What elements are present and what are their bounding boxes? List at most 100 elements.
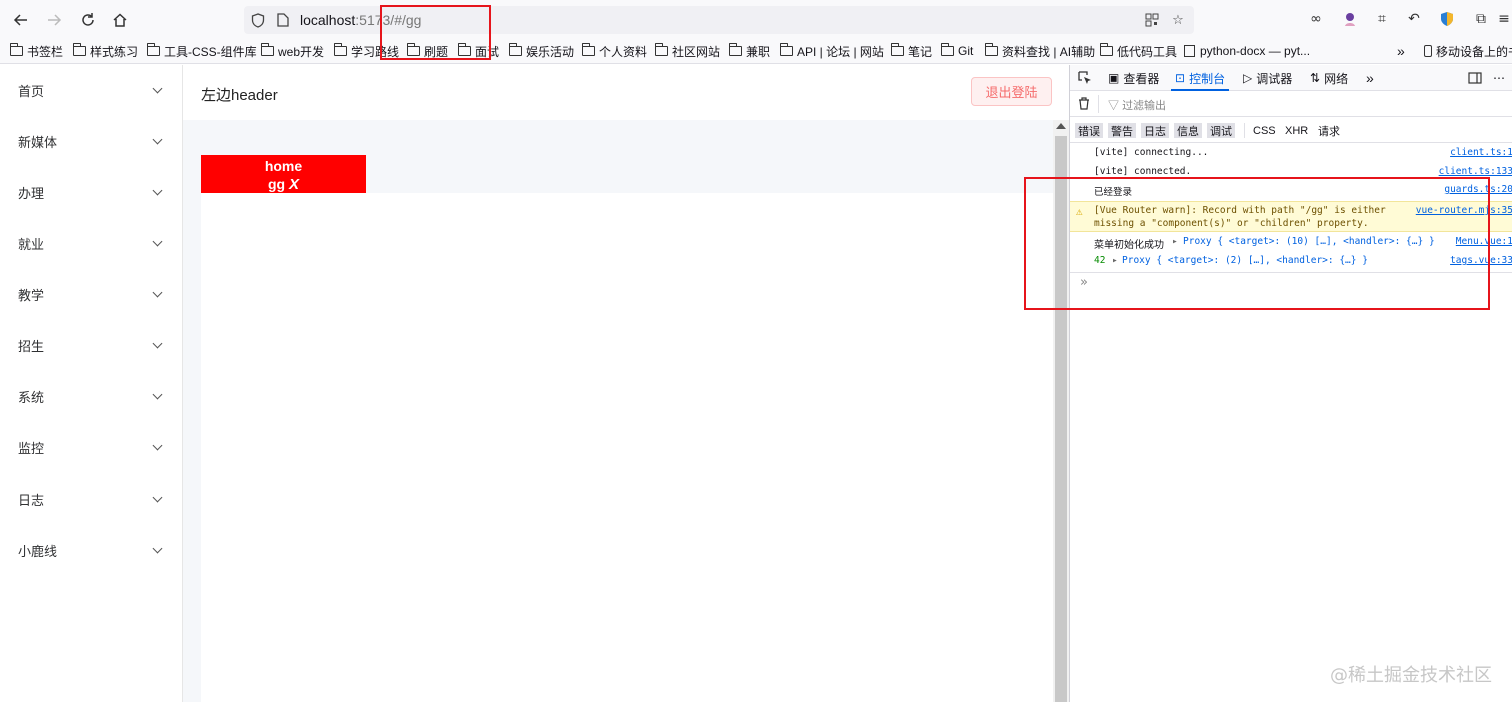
bookmark-folder[interactable]: 书签栏 [10, 42, 63, 60]
bookmark-folder[interactable]: 娱乐活动 [509, 42, 574, 60]
warning-icon: ⚠ [1076, 205, 1083, 218]
menu-item[interactable]: 就业 [0, 218, 182, 269]
reload-icon[interactable] [77, 9, 99, 31]
route-tag[interactable]: home gg X [201, 155, 366, 193]
menu-item[interactable]: 首页 [0, 65, 182, 116]
filter-debug[interactable]: 调试 [1207, 123, 1235, 138]
bookmark-folder[interactable]: 资料查找 | AI辅助 [985, 42, 1095, 60]
element-picker-icon[interactable] [1078, 69, 1092, 87]
menu-item[interactable]: 教学 [0, 269, 182, 320]
bookmark-folder[interactable]: 工具-CSS-组件库 [147, 42, 257, 60]
more-tabs-chevron-icon[interactable]: » [1366, 69, 1374, 87]
crop-icon[interactable]: ⌗ [1372, 9, 1392, 29]
folder-icon [891, 43, 904, 56]
bookmark-folder[interactable]: 学习路线 [334, 42, 399, 60]
browser-toolbar: localhost:5173/#/gg ☆ ∞ ⌗ ↶ ⧉ ≡ [0, 0, 1512, 38]
expand-triangle-icon[interactable]: ▸ [1112, 255, 1118, 266]
chevron-down-icon [152, 185, 163, 196]
url-text[interactable]: localhost:5173/#/gg [300, 12, 421, 28]
menu-item[interactable]: 日志 [0, 474, 182, 525]
undo-icon[interactable]: ↶ [1404, 9, 1424, 29]
menu-item[interactable]: 监控 [0, 422, 182, 473]
source-link[interactable]: tags.vue:33 [1450, 255, 1512, 266]
mask-extension-icon[interactable]: ∞ [1306, 9, 1326, 29]
scroll-up-arrow-icon[interactable] [1056, 123, 1066, 129]
bookmark-folder[interactable]: 样式练习 [73, 42, 138, 60]
filter-requests[interactable]: 请求 [1315, 123, 1343, 138]
filter-warnings[interactable]: 警告 [1108, 123, 1136, 138]
bookmark-folder[interactable]: 个人资料 [582, 42, 647, 60]
chevron-down-icon [152, 543, 163, 554]
content-panel [201, 193, 1053, 702]
logout-button[interactable]: 退出登陆 [971, 77, 1052, 106]
bookmark-folder[interactable]: 笔记 [891, 42, 932, 60]
filter-logs[interactable]: 日志 [1141, 123, 1169, 138]
folder-icon [458, 43, 471, 56]
tag-close-icon[interactable]: X [289, 176, 299, 193]
filter-input[interactable]: ▽ 过滤输出 [1108, 97, 1166, 113]
bookmarks-bar: 书签栏 样式练习 工具-CSS-组件库 web开发 学习路线 刷题 面试 娱乐活… [0, 38, 1512, 64]
bookmarks-overflow-chevron-icon[interactable]: » [1397, 42, 1405, 60]
bookmark-folder[interactable]: 兼职 [729, 42, 770, 60]
menu-item[interactable]: 系统 [0, 371, 182, 422]
page-icon[interactable] [275, 12, 291, 28]
folder-icon [334, 43, 347, 56]
console-prompt-chevron-icon[interactable]: » [1080, 275, 1088, 290]
folder-icon [582, 43, 595, 56]
bookmark-link[interactable]: python-docx — pyt... [1184, 42, 1310, 60]
expand-triangle-icon[interactable]: ▸ [1172, 236, 1178, 247]
bookmark-folder[interactable]: Git [941, 42, 973, 60]
more-options-icon[interactable]: ⋯ [1493, 69, 1505, 87]
source-link[interactable]: guards.ts:20 [1444, 184, 1512, 195]
tab-inspector[interactable]: ▣ 查看器 [1108, 69, 1159, 87]
bookmark-folder[interactable]: 刷题 [407, 42, 448, 60]
forward-arrow-icon[interactable] [43, 9, 65, 31]
tag-label-gg: gg X [267, 176, 299, 193]
home-icon[interactable] [109, 9, 131, 31]
tab-console[interactable]: ⊡ 控制台 [1170, 69, 1230, 91]
bookmark-folder[interactable]: 低代码工具 [1100, 42, 1177, 60]
filter-xhr[interactable]: XHR [1282, 123, 1311, 138]
bookmark-folder[interactable]: web开发 [261, 42, 324, 60]
mobile-device-icon [1424, 45, 1432, 57]
extensions-puzzle-icon[interactable]: ⧉ [1471, 9, 1491, 29]
scrollbar-thumb[interactable] [1055, 136, 1067, 702]
back-arrow-icon[interactable] [10, 9, 32, 31]
source-link[interactable]: Menu.vue:1 [1456, 236, 1512, 247]
folder-icon [780, 43, 793, 56]
source-link[interactable]: client.ts:133 [1439, 166, 1512, 177]
chevron-down-icon [152, 83, 163, 94]
bookmark-folder[interactable]: 面试 [458, 42, 499, 60]
filter-css[interactable]: CSS [1250, 123, 1279, 138]
app-sidebar-menu: 首页 新媒体 办理 就业 教学 招生 系统 监控 日志 小鹿线 [0, 65, 183, 702]
app-header: 左边header 退出登陆 [183, 65, 1069, 120]
bookmark-folder[interactable]: API | 论坛 | 网站 [780, 42, 884, 60]
chevron-down-icon [152, 287, 163, 298]
filter-errors[interactable]: 错误 [1075, 123, 1103, 138]
log-level-filters: 错误 警告 日志 信息 调试 CSS XHR 请求 [1070, 117, 1512, 143]
tab-network[interactable]: ⇅ 网络 [1310, 69, 1348, 87]
shield-extension-icon[interactable] [1437, 9, 1457, 29]
bookmark-folder[interactable]: 社区网站 [655, 42, 720, 60]
divider [1098, 95, 1099, 113]
folder-icon [941, 43, 954, 56]
dock-icon[interactable] [1468, 69, 1482, 87]
bookmark-folder[interactable]: 移动设备上的书 [1424, 42, 1512, 60]
tab-debugger[interactable]: ▷ 调试器 [1243, 69, 1292, 87]
filter-info[interactable]: 信息 [1174, 123, 1202, 138]
qr-code-icon[interactable] [1144, 12, 1160, 28]
source-link[interactable]: vue-router.mjs:35 [1416, 205, 1512, 216]
source-link[interactable]: client.ts:1 [1450, 147, 1512, 158]
menu-item[interactable]: 小鹿线 [0, 525, 182, 576]
app-menu-icon[interactable]: ≡ [1494, 9, 1512, 29]
avatar-extension-icon[interactable] [1340, 9, 1360, 29]
address-bar[interactable]: localhost:5173/#/gg ☆ [244, 6, 1194, 34]
star-bookmark-icon[interactable]: ☆ [1170, 12, 1186, 28]
shield-icon[interactable] [250, 12, 266, 28]
menu-item[interactable]: 新媒体 [0, 116, 182, 167]
scrollbar[interactable] [1053, 120, 1069, 702]
menu-item[interactable]: 招生 [0, 320, 182, 371]
folder-icon [261, 43, 274, 56]
trash-icon[interactable] [1078, 97, 1090, 113]
menu-item[interactable]: 办理 [0, 167, 182, 218]
